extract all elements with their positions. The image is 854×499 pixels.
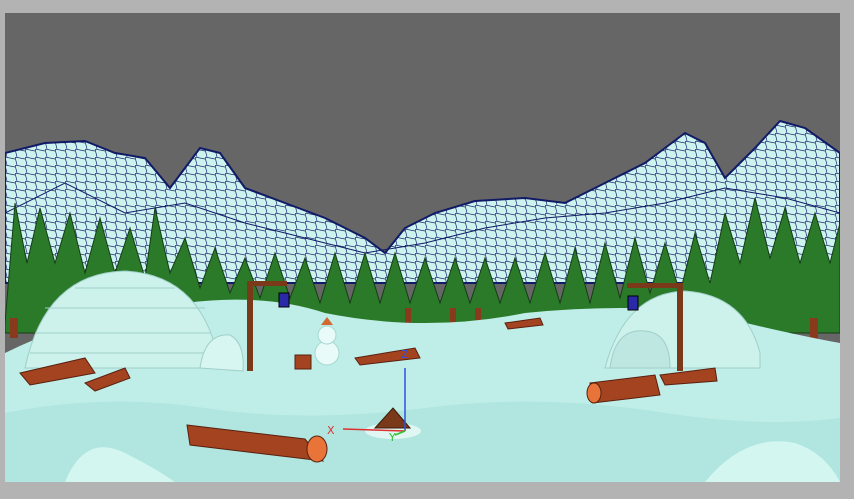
viewport-frame: X Y Z <box>0 0 854 499</box>
3d-viewport[interactable]: X Y Z <box>5 13 840 482</box>
gizmo-z-label: Z <box>401 348 409 361</box>
gift-box <box>294 354 312 370</box>
gizmo-x-label: X <box>327 424 335 437</box>
gizmo-y-label: Y <box>388 431 396 444</box>
